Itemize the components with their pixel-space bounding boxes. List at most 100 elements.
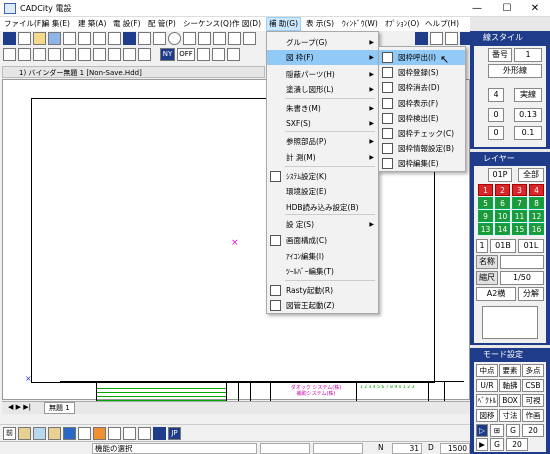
w-icon[interactable] bbox=[415, 32, 428, 45]
maximize-button[interactable]: ☐ bbox=[492, 0, 522, 17]
zuwaku-menu-item[interactable]: 図枠情報設定(B) bbox=[379, 141, 465, 156]
layer-button[interactable]: 9 bbox=[478, 210, 493, 222]
jp-button[interactable]: JP bbox=[168, 427, 181, 440]
layer-button[interactable]: 2 bbox=[495, 184, 510, 196]
arc-icon[interactable] bbox=[183, 32, 196, 45]
tool-icon[interactable] bbox=[93, 427, 106, 440]
width1-value[interactable]: 0.13 bbox=[514, 108, 542, 122]
redo-icon[interactable] bbox=[138, 32, 151, 45]
layer-button[interactable]: 12 bbox=[529, 210, 544, 222]
pipe-icon[interactable] bbox=[138, 48, 151, 61]
hojo-menu-item[interactable]: 図管王起動(Z) bbox=[267, 298, 378, 313]
layer-button[interactable]: 5 bbox=[478, 197, 493, 209]
hojo-menu-item[interactable]: SXF(S) ▶ bbox=[267, 116, 378, 131]
off-button[interactable]: OFF bbox=[177, 48, 195, 61]
name-field[interactable] bbox=[500, 255, 544, 269]
zuwaku-menu-item[interactable]: 図枠呼出(I) bbox=[379, 50, 465, 65]
grid-icon[interactable]: ⊞ bbox=[490, 424, 504, 437]
hojo-menu-item[interactable]: 隠蔽パーツ(H) ▶ bbox=[267, 67, 378, 82]
tool-icon[interactable] bbox=[153, 427, 166, 440]
preview-icon[interactable] bbox=[78, 32, 91, 45]
layer-button[interactable]: 10 bbox=[495, 210, 510, 222]
menu-electrical[interactable]: 電 設(F) bbox=[113, 18, 141, 29]
current-layer[interactable]: 01P bbox=[488, 168, 512, 182]
tool-icon[interactable] bbox=[138, 427, 151, 440]
line-type-value[interactable]: 外形線 bbox=[488, 64, 542, 78]
hojo-menu-item[interactable]: 画面構成(C) bbox=[267, 233, 378, 248]
undo-icon[interactable] bbox=[123, 32, 136, 45]
tool-icon[interactable] bbox=[63, 427, 76, 440]
hojo-menu-item[interactable]: ｼｽﾃﾑ設定(K) bbox=[267, 169, 378, 184]
line-icon[interactable] bbox=[153, 32, 166, 45]
split-button[interactable]: 分解 bbox=[518, 287, 544, 301]
hojo-menu-item[interactable]: 朱書き(M) ▶ bbox=[267, 101, 378, 116]
bend-icon[interactable] bbox=[48, 48, 61, 61]
pointer-icon[interactable]: ▶ bbox=[476, 438, 488, 451]
layer-button[interactable]: 3 bbox=[512, 184, 527, 196]
circle-icon[interactable] bbox=[168, 32, 181, 45]
hojo-menu-item[interactable]: HDB読み込み設定(B) bbox=[267, 200, 378, 215]
scale-value[interactable]: 1/50 bbox=[500, 271, 544, 285]
menu-options[interactable]: ｵﾌﾟｼｮﾝ(O) bbox=[385, 18, 419, 29]
paper-value[interactable]: A2横 bbox=[476, 287, 516, 301]
table-icon[interactable] bbox=[460, 32, 470, 45]
menu-help[interactable]: ヘルプ(H) bbox=[425, 18, 459, 29]
paste-icon[interactable] bbox=[108, 32, 121, 45]
document-tab[interactable]: 1) バインダー無題 1 [Non-Save.Hdd] bbox=[2, 66, 265, 78]
dimension-icon[interactable] bbox=[243, 32, 256, 45]
layer-button[interactable]: 15 bbox=[512, 223, 527, 235]
device-icon[interactable] bbox=[108, 48, 121, 61]
layer-button[interactable]: 8 bbox=[529, 197, 544, 209]
layer-button[interactable]: 13 bbox=[478, 223, 493, 235]
zuwaku-menu-item[interactable]: 図枠表示(F) bbox=[379, 96, 465, 111]
mode-button[interactable]: CSB bbox=[522, 379, 544, 392]
hojo-menu-item[interactable]: 設 定(S) ▶ bbox=[267, 217, 378, 232]
width2-level[interactable]: 0 bbox=[488, 126, 504, 140]
layer-r3[interactable]: 01L bbox=[518, 239, 544, 253]
layer-r1[interactable]: 1 bbox=[476, 239, 488, 253]
mode-button[interactable]: ﾍﾞｸﾄﾙ bbox=[476, 394, 498, 407]
hojo-menu-item[interactable]: ｱｲｺﾝ編集(I) bbox=[267, 249, 378, 264]
mode-button[interactable]: 軸拂 bbox=[499, 379, 521, 392]
text-icon[interactable] bbox=[228, 32, 241, 45]
menu-piping[interactable]: 配 管(P) bbox=[148, 18, 176, 29]
mode-button[interactable]: 中点 bbox=[476, 364, 498, 377]
copy-icon[interactable] bbox=[93, 32, 106, 45]
g2-value[interactable]: 20 bbox=[506, 438, 528, 451]
layer-button[interactable]: 6 bbox=[495, 197, 510, 209]
ny-button[interactable]: NY bbox=[160, 48, 175, 61]
f-icon[interactable] bbox=[3, 32, 16, 45]
menu-window[interactable]: ｳｨﾝﾄﾞｳ(W) bbox=[342, 18, 378, 29]
tool-icon[interactable] bbox=[123, 427, 136, 440]
branch-icon[interactable] bbox=[33, 48, 46, 61]
hojo-menu-item[interactable]: 環境設定(E) bbox=[267, 184, 378, 199]
hojo-menu-item[interactable]: 計 測(M) ▶ bbox=[267, 150, 378, 165]
layer-button[interactable]: 11 bbox=[512, 210, 527, 222]
zuwaku-menu-item[interactable]: 図枠チェック(C) bbox=[379, 126, 465, 141]
setting-icon[interactable] bbox=[212, 48, 225, 61]
minimize-button[interactable]: — bbox=[462, 0, 492, 17]
menu-view[interactable]: 表 示(S) bbox=[306, 18, 334, 29]
symbol-icon[interactable] bbox=[93, 48, 106, 61]
g1-value[interactable]: 20 bbox=[522, 424, 544, 437]
line-value[interactable]: 実線 bbox=[514, 88, 542, 102]
layer-button[interactable]: 14 bbox=[495, 223, 510, 235]
zuwaku-menu-item[interactable]: 図枠消去(D) bbox=[379, 80, 465, 95]
layer-r2[interactable]: 01B bbox=[490, 239, 516, 253]
rectangle-icon[interactable] bbox=[198, 32, 211, 45]
open-folder-icon[interactable] bbox=[33, 32, 46, 45]
mode-button[interactable]: 寸法 bbox=[499, 409, 521, 422]
mode-button[interactable]: 作画 bbox=[522, 409, 544, 422]
wire-icon[interactable] bbox=[18, 48, 31, 61]
save-icon[interactable] bbox=[48, 32, 61, 45]
print-icon[interactable] bbox=[63, 32, 76, 45]
electric-icon[interactable] bbox=[3, 48, 16, 61]
mode-button[interactable]: 要素 bbox=[499, 364, 521, 377]
layer-button[interactable]: 7 bbox=[512, 197, 527, 209]
width2-value[interactable]: 0.1 bbox=[514, 126, 542, 140]
polyline-icon[interactable] bbox=[213, 32, 226, 45]
layer-button[interactable]: 1 bbox=[478, 184, 493, 196]
mode-button[interactable]: 可視 bbox=[522, 394, 544, 407]
sheet-nav-icon[interactable]: ◀ ▶ ▶| bbox=[8, 403, 31, 411]
hojo-menu-item[interactable]: Rasty起動(R) bbox=[267, 283, 378, 298]
